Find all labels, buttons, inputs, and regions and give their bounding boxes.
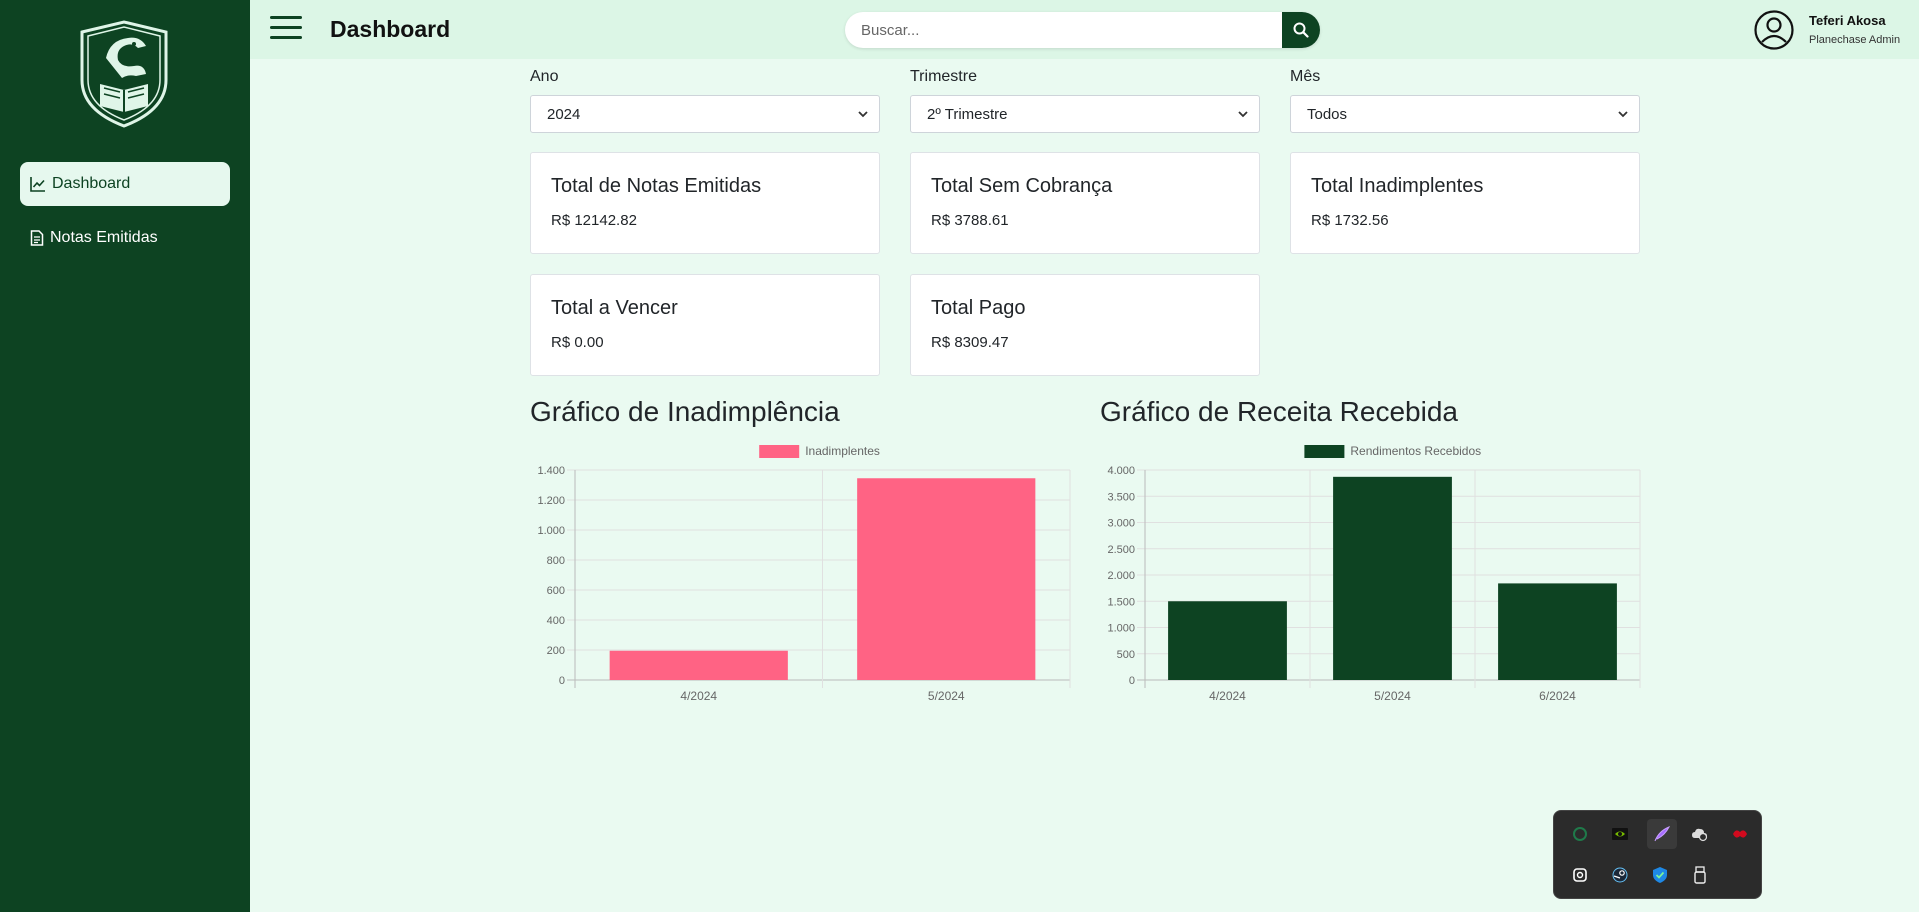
x-tick-label: 5/2024 <box>1374 689 1411 703</box>
x-tick-label: 6/2024 <box>1539 689 1576 703</box>
feather-icon[interactable] <box>1647 819 1677 849</box>
y-tick-label: 1.000 <box>537 525 565 537</box>
trimestre-select[interactable]: 2º Trimestre <box>910 95 1260 133</box>
y-tick-label: 400 <box>547 615 565 627</box>
usb-drive-icon[interactable] <box>1687 862 1713 888</box>
bar[interactable] <box>609 650 788 680</box>
y-tick-label: 600 <box>547 585 565 597</box>
card-value: R$ 1732.56 <box>1311 212 1389 229</box>
y-tick-label: 3.000 <box>1107 518 1135 530</box>
card-value: R$ 8309.47 <box>931 334 1009 351</box>
mes-select[interactable]: Todos <box>1290 95 1640 133</box>
y-tick-label: 1.500 <box>1107 596 1135 608</box>
filter-ano: Ano 2024 <box>530 68 880 133</box>
y-tick-label: 2.000 <box>1107 570 1135 582</box>
legend-swatch[interactable] <box>1304 445 1345 458</box>
search-input[interactable] <box>845 12 1285 48</box>
sidebar: Dashboard Notas Emitidas <box>0 0 250 912</box>
legend-label: Rendimentos Recebidos <box>1350 444 1481 458</box>
bar[interactable] <box>857 478 1036 680</box>
sidebar-item-dashboard[interactable]: Dashboard <box>20 162 230 206</box>
card-value: R$ 0.00 <box>551 334 604 351</box>
filter-mes: Mês Todos <box>1290 68 1640 133</box>
sidebar-item-label: Notas Emitidas <box>50 229 158 246</box>
search-button[interactable] <box>1282 12 1320 48</box>
green-circle-icon[interactable] <box>1567 821 1593 847</box>
y-tick-label: 800 <box>547 555 565 567</box>
chart-title-receita: Gráfico de Receita Recebida <box>1100 396 1458 427</box>
inadimplencia-bar-chart: Inadimplentes 0 200 400 600 800 1.000 1.200 1.40… <box>537 444 1071 703</box>
legend-swatch[interactable] <box>759 445 800 458</box>
y-tick-label: 4.000 <box>1107 465 1135 477</box>
chevron-down-icon <box>858 111 868 118</box>
card-title: Total a Vencer <box>551 297 678 319</box>
card-title: Total Pago <box>931 297 1026 319</box>
y-tick-label: 200 <box>547 645 565 657</box>
topbar: Dashboard Teferi Akosa Planechase Admin <box>250 0 1919 59</box>
nvidia-icon[interactable] <box>1607 821 1633 847</box>
y-tick-label: 0 <box>559 675 565 687</box>
card-total-pago: Total Pago R$ 8309.47 <box>910 274 1260 376</box>
legend-label: Inadimplentes <box>805 444 880 458</box>
bar[interactable] <box>1498 583 1617 680</box>
system-tray-popup <box>1553 810 1762 899</box>
user-name: Teferi Akosa <box>1809 13 1886 28</box>
card-total-notas-emitidas: Total de Notas Emitidas R$ 12142.82 <box>530 152 880 254</box>
hamburger-line <box>270 16 302 19</box>
y-tick-label: 3.500 <box>1107 491 1135 503</box>
x-tick-label: 4/2024 <box>680 689 717 703</box>
y-tick-label: 1.200 <box>537 495 565 507</box>
card-value: R$ 3788.61 <box>931 212 1009 229</box>
search-box <box>845 12 1320 48</box>
card-total-a-vencer: Total a Vencer R$ 0.00 <box>530 274 880 376</box>
dragon-book-logo[interactable] <box>76 18 172 130</box>
receita-bar-chart: Rendimentos Recebidos 0 500 1.000 1.500 2.000… <box>1107 444 1641 703</box>
steam-icon[interactable] <box>1607 862 1633 888</box>
chevron-down-icon <box>1238 111 1248 118</box>
card-title: Total de Notas Emitidas <box>551 175 762 197</box>
ano-select[interactable]: 2024 <box>530 95 880 133</box>
chevron-down-icon <box>1618 111 1628 118</box>
card-title: Total Sem Cobrança <box>931 175 1113 197</box>
filter-label: Mês <box>1290 68 1321 85</box>
y-tick-label: 500 <box>1117 649 1135 661</box>
card-total-inadimplentes: Total Inadimplentes R$ 1732.56 <box>1290 152 1640 254</box>
filter-label: Trimestre <box>910 68 977 85</box>
user-avatar-icon <box>1754 10 1794 50</box>
cloud-sync-icon[interactable] <box>1687 821 1713 847</box>
chart-line-icon <box>30 177 45 192</box>
page-title: Dashboard <box>330 16 451 42</box>
select-value: 2024 <box>547 105 581 123</box>
y-tick-label: 0 <box>1129 675 1135 687</box>
camera-app-icon[interactable] <box>1567 862 1593 888</box>
x-tick-label: 5/2024 <box>928 689 965 703</box>
select-value: Todos <box>1307 105 1348 123</box>
select-value: 2º Trimestre <box>927 105 1008 123</box>
bar[interactable] <box>1333 476 1452 680</box>
menu-toggle-button[interactable] <box>270 16 302 42</box>
card-title: Total Inadimplentes <box>1311 175 1484 197</box>
hamburger-line <box>270 36 302 39</box>
y-tick-label: 1.000 <box>1107 623 1135 635</box>
y-tick-label: 2.500 <box>1107 544 1135 556</box>
filter-trimestre: Trimestre 2º Trimestre <box>910 68 1260 133</box>
file-text-icon <box>30 230 44 246</box>
y-tick-label: 1.400 <box>537 465 565 477</box>
search-icon <box>1293 22 1309 38</box>
user-role: Planechase Admin <box>1809 34 1901 46</box>
shield-icon[interactable] <box>1647 862 1673 888</box>
sidebar-item-notas-emitidas[interactable]: Notas Emitidas <box>20 216 230 260</box>
x-tick-label: 4/2024 <box>1209 689 1246 703</box>
filter-label: Ano <box>530 68 559 85</box>
bar[interactable] <box>1168 601 1287 680</box>
hamburger-line <box>270 26 302 29</box>
red-app-icon[interactable] <box>1727 821 1753 847</box>
sidebar-item-label: Dashboard <box>52 175 131 192</box>
chart-title-inadimplencia: Gráfico de Inadimplência <box>530 396 840 427</box>
card-value: R$ 12142.82 <box>551 212 637 229</box>
card-total-sem-cobranca: Total Sem Cobrança R$ 3788.61 <box>910 152 1260 254</box>
